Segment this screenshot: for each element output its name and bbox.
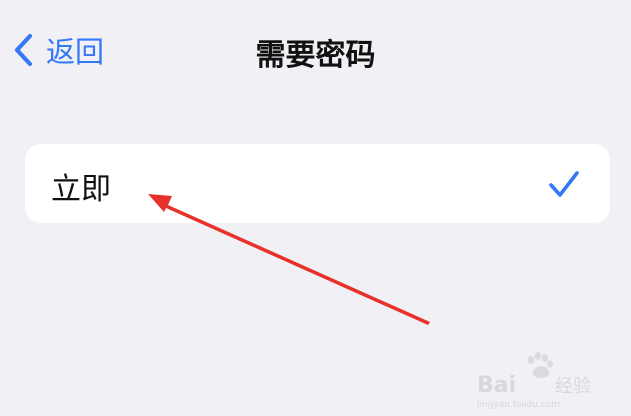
option-label: 立即 xyxy=(51,172,111,207)
option-row-immediately[interactable]: 立即 xyxy=(25,144,610,223)
svg-text:经验: 经验 xyxy=(555,376,591,397)
navigation-bar: 返回 需要密码 xyxy=(0,0,631,100)
checkmark-icon xyxy=(548,170,580,198)
baidu-jingyan-watermark-logo: Bai 经验 jingyan.baidu.com xyxy=(475,350,595,410)
svg-text:jingyan.baidu.com: jingyan.baidu.com xyxy=(476,400,560,410)
svg-text:Bai: Bai xyxy=(477,373,516,398)
options-group: 立即 xyxy=(25,144,610,223)
page-title: 需要密码 xyxy=(255,38,376,73)
